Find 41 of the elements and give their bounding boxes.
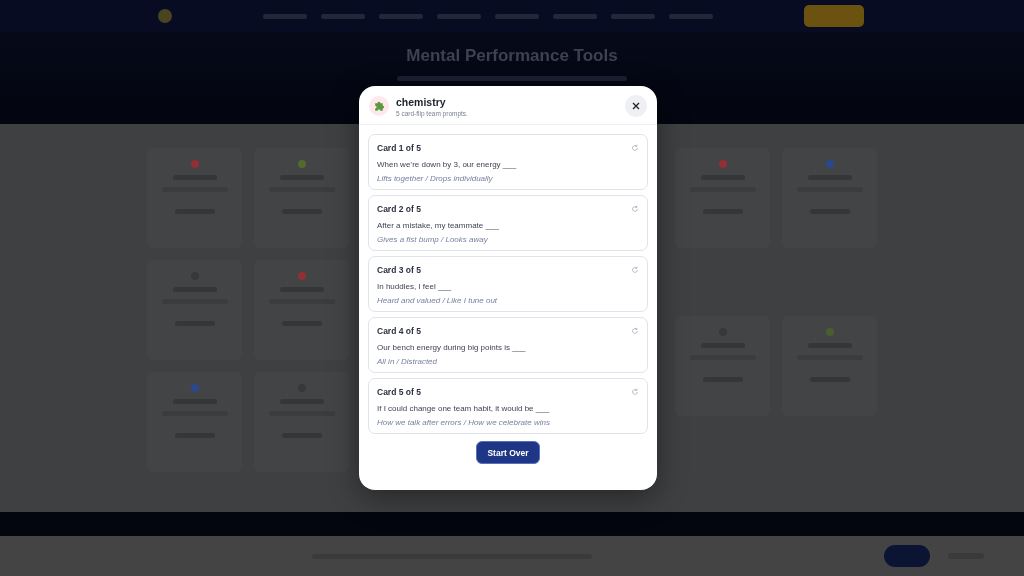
blurred-nav-link[interactable] [495,13,539,19]
card-prompt: Our bench energy during big points is ___ [377,343,527,352]
page-title: Mental Performance Tools [406,46,618,66]
prompt-card[interactable]: Card 3 of 5 In huddles, I feel ___ Heard and valued / Like I tune out [368,256,648,312]
refresh-icon[interactable] [631,266,639,274]
start-over-button[interactable]: Start Over [476,441,540,464]
puzzle-icon [369,96,389,116]
card-options: Heard and valued / Like I tune out [377,296,639,305]
blurred-nav-link[interactable] [553,13,597,19]
close-icon [632,102,640,110]
card-label: Card 1 of 5 [377,143,421,153]
modal-title: chemistry [396,95,447,108]
card-label: Card 2 of 5 [377,204,421,214]
card-options: How we talk after errors / How we celebrate wins [377,418,639,427]
refresh-icon[interactable] [631,144,639,152]
prompt-card[interactable]: Card 5 of 5 If I could change one team habit, it would be ___ How we talk after errors / How we celebrate wins [368,378,648,434]
card-options: Lifts together / Drops individually [377,174,639,183]
prompt-card[interactable]: Card 4 of 5 Our bench energy during big points is ___ All in / Distracted [368,317,648,373]
blurred-nav-link[interactable] [379,13,423,19]
logo-icon [158,9,172,23]
card-prompt: After a mistake, my teammate ___ [377,221,500,230]
prompt-card[interactable]: Card 1 of 5 When we’re down by 3, our energy ___ Lifts together / Drops individually [368,134,648,190]
card-options: Gives a fist bump / Looks away [377,235,639,244]
close-button[interactable] [625,95,647,117]
blurred-nav-button[interactable] [804,5,864,27]
refresh-icon[interactable] [631,205,639,213]
card-prompt: When we’re down by 3, our energy ___ [377,160,518,169]
blurred-nav-link[interactable] [263,13,307,19]
blurred-nav-link[interactable] [321,13,365,19]
refresh-icon[interactable] [631,327,639,335]
blurred-nav-link[interactable] [611,13,655,19]
card-prompt: In huddles, I feel ___ [377,282,453,291]
prompt-card[interactable]: Card 2 of 5 After a mistake, my teammate ___ Gives a fist bump / Looks away [368,195,648,251]
refresh-icon[interactable] [631,388,639,396]
card-options: All in / Distracted [377,357,639,366]
card-label: Card 4 of 5 [377,326,421,336]
blurred-nav-link[interactable] [669,13,713,19]
card-prompt: If I could change one team habit, it would be ___ [377,404,551,413]
card-label: Card 3 of 5 [377,265,421,275]
card-label: Card 5 of 5 [377,387,421,397]
blurred-nav-link[interactable] [437,13,481,19]
